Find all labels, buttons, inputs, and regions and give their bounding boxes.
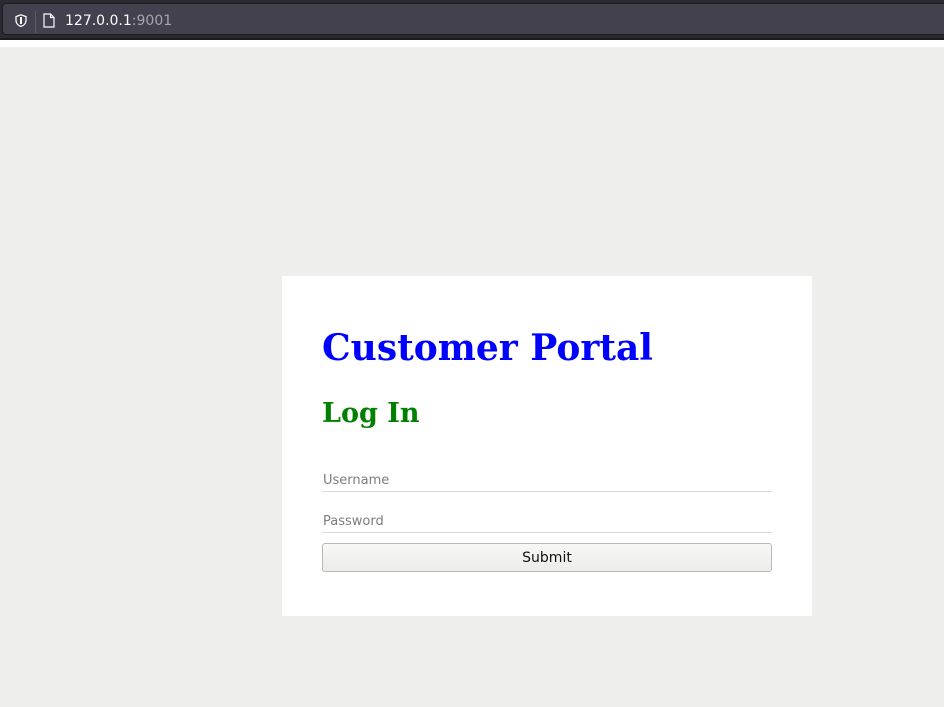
address-bar[interactable]: 127.0.0.1:9001 [2,3,944,35]
shield-icon[interactable] [15,14,27,27]
browser-toolbar: 127.0.0.1:9001 [0,0,944,38]
address-bar-separator [35,11,36,33]
page-top-strip [0,40,944,47]
username-input[interactable] [322,470,772,492]
page-title: Customer Portal [322,327,653,369]
login-heading: Log In [322,398,420,429]
url-port: :9001 [131,13,173,29]
page-icon [43,13,55,28]
submit-button[interactable]: Submit [322,543,772,572]
login-card: Customer Portal Log In Submit [282,276,812,616]
page-background: Customer Portal Log In Submit [0,47,944,707]
url-text[interactable]: 127.0.0.1:9001 [65,13,172,29]
password-input[interactable] [322,511,772,533]
url-host: 127.0.0.1 [65,13,132,29]
